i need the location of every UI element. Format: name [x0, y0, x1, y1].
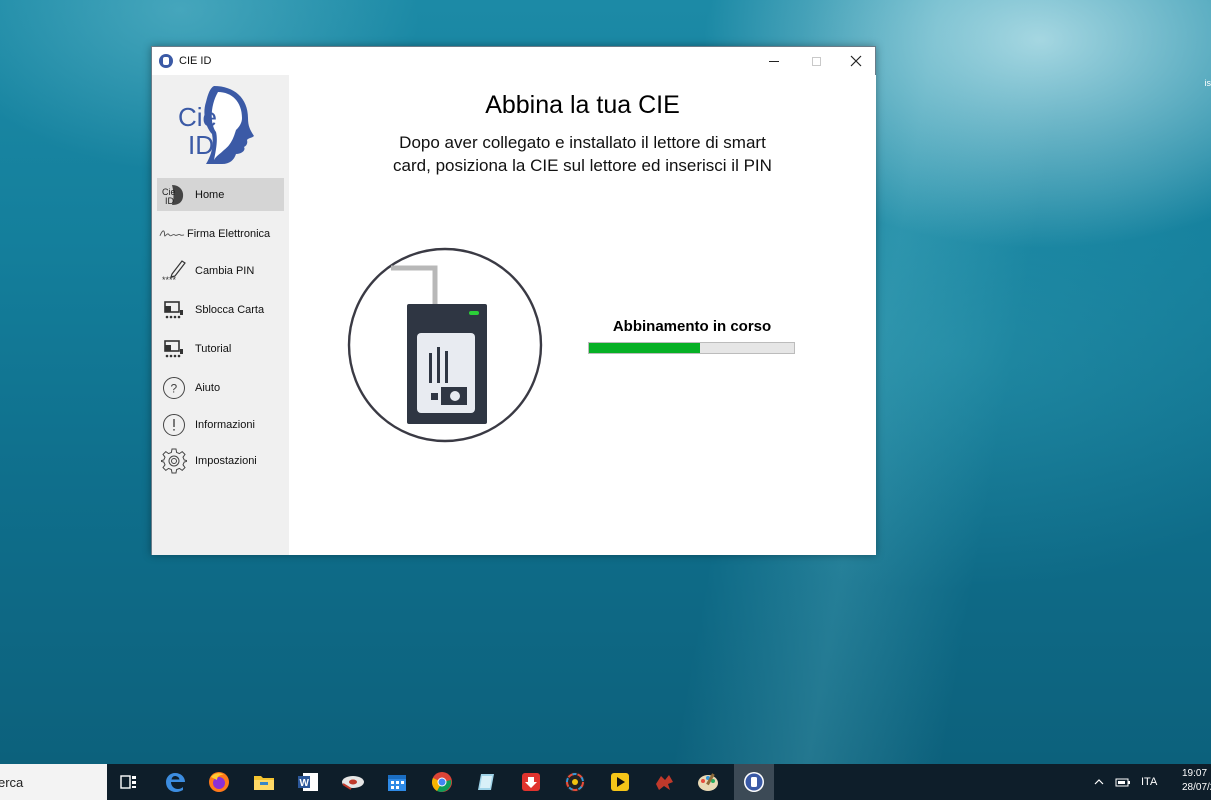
- cie-id-taskbar-icon[interactable]: [742, 770, 766, 794]
- firefox-icon[interactable]: [207, 770, 231, 794]
- info-circle-icon: [161, 412, 187, 438]
- game-app-icon[interactable]: [652, 770, 676, 794]
- sidebar: Cie ID Cie ID Home Firma Elettronica ****…: [152, 75, 289, 555]
- page-title: Abbina la tua CIE: [485, 91, 680, 119]
- close-button[interactable]: [835, 47, 877, 75]
- task-view-icon[interactable]: [117, 770, 141, 794]
- sidebar-item-label: Aiuto: [195, 381, 221, 394]
- sidebar-item-label: Sblocca Carta: [195, 303, 265, 316]
- media-player-icon[interactable]: [608, 770, 632, 794]
- gear-icon: [161, 448, 187, 474]
- sidebar-item-label: Impostazioni: [195, 454, 257, 467]
- pairing-status-text: Abbinamento in corso: [612, 318, 772, 335]
- svg-text:****: ****: [162, 275, 177, 284]
- close-icon: [850, 55, 862, 67]
- sidebar-item-firma-elettronica[interactable]: Firma Elettronica: [157, 217, 284, 250]
- system-clock[interactable]: 19:07 28/07/20: [1182, 767, 1211, 795]
- svg-text:ID: ID: [165, 196, 175, 206]
- maximize-icon: [811, 56, 821, 66]
- show-hidden-icons-button[interactable]: [1094, 764, 1104, 800]
- chevron-up-icon: [1094, 779, 1104, 785]
- edge-browser-icon[interactable]: [163, 770, 187, 794]
- word-icon[interactable]: W: [296, 770, 320, 794]
- file-explorer-icon[interactable]: [252, 770, 276, 794]
- pairing-progress-bar: [588, 342, 795, 354]
- cie-id-icon: Cie ID: [161, 182, 187, 208]
- card-reader-illustration: [347, 247, 543, 443]
- sidebar-item-sblocca-carta[interactable]: Sblocca Carta: [157, 293, 284, 326]
- sidebar-item-aiuto[interactable]: ? Aiuto: [157, 371, 284, 404]
- desktop-edge-label: is: [1204, 78, 1211, 88]
- pencil-pin-icon: ****: [161, 258, 187, 284]
- sidebar-item-label: Tutorial: [195, 342, 232, 355]
- app-cd-icon[interactable]: [341, 770, 365, 794]
- svg-text:?: ?: [171, 381, 178, 395]
- window-title: CIE ID: [179, 55, 212, 67]
- main-panel: Abbina la tua CIE Dopo aver collegato e …: [289, 75, 876, 555]
- calendar-icon[interactable]: [385, 770, 409, 794]
- chrome-icon[interactable]: [430, 770, 454, 794]
- paint-app-icon[interactable]: [696, 770, 720, 794]
- question-circle-icon: ?: [161, 375, 187, 401]
- cie-id-logo: Cie ID: [178, 86, 254, 164]
- notes-app-icon[interactable]: [474, 770, 498, 794]
- svg-text:ID: ID: [188, 130, 214, 160]
- card-unlock-icon: [161, 297, 187, 323]
- sidebar-item-label: Informazioni: [195, 418, 255, 431]
- taskbar-search-box[interactable]: erca: [0, 764, 107, 800]
- sidebar-item-label: Home: [195, 188, 225, 201]
- sidebar-item-impostazioni[interactable]: Impostazioni: [157, 444, 284, 477]
- signature-icon: [159, 221, 185, 247]
- svg-text:W: W: [300, 778, 310, 789]
- cie-id-window: CIE ID Cie ID Cie ID Home Firma Elettron…: [151, 46, 876, 555]
- maximize-button[interactable]: [795, 47, 837, 75]
- page-instructions: Dopo aver collegato e installato il lett…: [393, 133, 772, 175]
- tutorial-icon: [161, 336, 187, 362]
- download-app-icon[interactable]: [519, 770, 543, 794]
- input-language-indicator[interactable]: ITA: [1141, 764, 1157, 800]
- sidebar-item-home[interactable]: Cie ID Home: [157, 178, 284, 211]
- color-wheel-icon[interactable]: [563, 770, 587, 794]
- title-bar[interactable]: CIE ID: [152, 47, 875, 75]
- minimize-icon: [769, 60, 779, 62]
- minimize-button[interactable]: [753, 47, 795, 75]
- taskbar: erca W ITA 19:07 28/07/: [0, 764, 1211, 800]
- taskbar-search-text: erca: [0, 774, 24, 790]
- sidebar-item-tutorial[interactable]: Tutorial: [157, 332, 284, 365]
- app-icon: [159, 54, 173, 68]
- sidebar-item-cambia-pin[interactable]: **** Cambia PIN: [157, 254, 284, 287]
- sidebar-item-informazioni[interactable]: Informazioni: [157, 408, 284, 441]
- svg-text:Cie: Cie: [178, 102, 217, 132]
- clock-time: 19:07: [1182, 768, 1208, 779]
- battery-icon[interactable]: [1115, 764, 1131, 800]
- sidebar-item-label: Cambia PIN: [195, 264, 255, 277]
- progress-fill: [589, 343, 700, 353]
- clock-date: 28/07/20: [1182, 782, 1211, 793]
- sidebar-item-label: Firma Elettronica: [187, 227, 271, 240]
